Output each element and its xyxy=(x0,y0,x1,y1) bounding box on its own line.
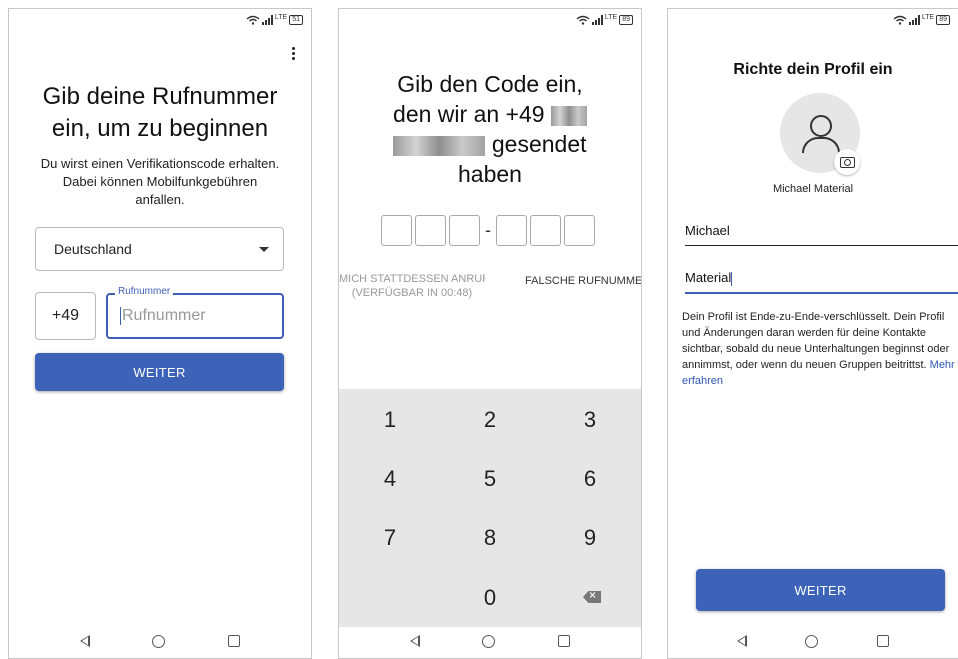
page-subtitle: Du wirst einen Verifikationscode erhalte… xyxy=(40,156,280,207)
last-name-field[interactable]: Material xyxy=(685,270,958,294)
key-3[interactable]: 3 xyxy=(560,407,620,433)
key-0[interactable]: 0 xyxy=(460,585,520,611)
wrong-number-button[interactable]: FALSCHE RUFNUMMER xyxy=(525,275,641,287)
key-4[interactable]: 4 xyxy=(360,466,420,492)
network-type: LTE xyxy=(921,13,935,21)
battery-icon: 89 xyxy=(936,15,950,25)
country-value: Deutschland xyxy=(54,241,132,257)
page-title: Richte dein Profil ein xyxy=(733,61,893,78)
signal-icon xyxy=(261,15,273,25)
wifi-icon xyxy=(893,15,907,25)
recent-apps-icon[interactable] xyxy=(876,635,889,647)
next-button[interactable]: WEITER xyxy=(696,569,945,611)
recent-apps-icon[interactable] xyxy=(557,635,570,647)
key-8[interactable]: 8 xyxy=(460,525,520,551)
call-instead-button[interactable]: MICH STATTDESSEN ANRUFEN (VERFÜGBAR IN 0… xyxy=(339,272,485,300)
next-button[interactable]: WEITER xyxy=(35,353,284,391)
navigation-bar xyxy=(9,624,311,658)
country-code-field[interactable]: +49 xyxy=(35,292,96,340)
code-digit-box[interactable] xyxy=(415,215,446,246)
profile-display-name: Michael Material xyxy=(772,183,854,195)
more-options-icon[interactable] xyxy=(292,47,295,60)
code-digit-box[interactable] xyxy=(530,215,561,246)
key-6[interactable]: 6 xyxy=(560,466,620,492)
code-digit-box[interactable] xyxy=(564,215,595,246)
page-title: Gib den Code ein, den wir an +49 gesende… xyxy=(393,71,587,187)
network-type: LTE xyxy=(274,13,288,21)
code-separator: - xyxy=(485,220,491,240)
code-digit-box[interactable] xyxy=(381,215,412,246)
text-cursor xyxy=(120,307,121,325)
phone-number-input[interactable]: Rufnummer xyxy=(106,293,284,339)
key-2[interactable]: 2 xyxy=(460,407,520,433)
code-input-group[interactable]: - xyxy=(381,215,595,246)
person-icon xyxy=(810,115,832,137)
privacy-notice: Dein Profil ist Ende-zu-Ende-verschlüsse… xyxy=(682,311,955,387)
phone-number-screen: LTE 51 Gib deine Rufnummer ein, um zu be… xyxy=(8,8,312,659)
network-type: LTE xyxy=(604,13,618,21)
country-select[interactable]: Deutschland xyxy=(35,227,284,271)
navigation-bar xyxy=(668,624,958,658)
key-1[interactable]: 1 xyxy=(360,407,420,433)
camera-icon[interactable] xyxy=(834,149,860,175)
phone-placeholder: Rufnummer xyxy=(122,307,206,324)
recent-apps-icon[interactable] xyxy=(227,635,240,647)
status-bar: LTE 51 xyxy=(246,13,303,27)
signal-icon xyxy=(591,15,603,25)
battery-icon: 89 xyxy=(619,15,633,25)
redacted-number xyxy=(393,135,486,156)
home-icon[interactable] xyxy=(152,634,166,648)
battery-icon: 51 xyxy=(289,15,303,25)
page-title: Gib deine Rufnummer ein, um zu beginnen xyxy=(42,83,278,142)
phone-field-label: Rufnummer xyxy=(115,286,174,297)
navigation-bar xyxy=(339,624,641,658)
numeric-keypad: 1 2 3 4 5 6 7 8 9 0 xyxy=(339,389,641,627)
home-icon[interactable] xyxy=(805,634,819,648)
code-digit-box[interactable] xyxy=(496,215,527,246)
key-9[interactable]: 9 xyxy=(560,525,620,551)
code-digit-box[interactable] xyxy=(449,215,480,246)
back-icon[interactable] xyxy=(80,635,91,647)
profile-setup-screen: LTE 89 Richte dein Profil ein Michael Ma… xyxy=(667,8,958,659)
verification-code-screen: LTE 89 Gib den Code ein, den wir an +49 … xyxy=(338,8,642,659)
redacted-number xyxy=(550,105,587,126)
key-7[interactable]: 7 xyxy=(360,525,420,551)
status-bar: LTE 89 xyxy=(576,13,633,27)
wifi-icon xyxy=(576,15,590,25)
back-icon[interactable] xyxy=(410,635,421,647)
dropdown-arrow-icon xyxy=(259,247,269,252)
home-icon[interactable] xyxy=(482,634,496,648)
status-bar: LTE 89 xyxy=(893,13,950,27)
first-name-field[interactable]: Michael xyxy=(685,223,958,246)
backspace-icon[interactable] xyxy=(583,591,601,603)
back-icon[interactable] xyxy=(737,635,748,647)
wifi-icon xyxy=(246,15,260,25)
signal-icon xyxy=(908,15,920,25)
key-5[interactable]: 5 xyxy=(460,466,520,492)
text-cursor xyxy=(731,271,733,286)
